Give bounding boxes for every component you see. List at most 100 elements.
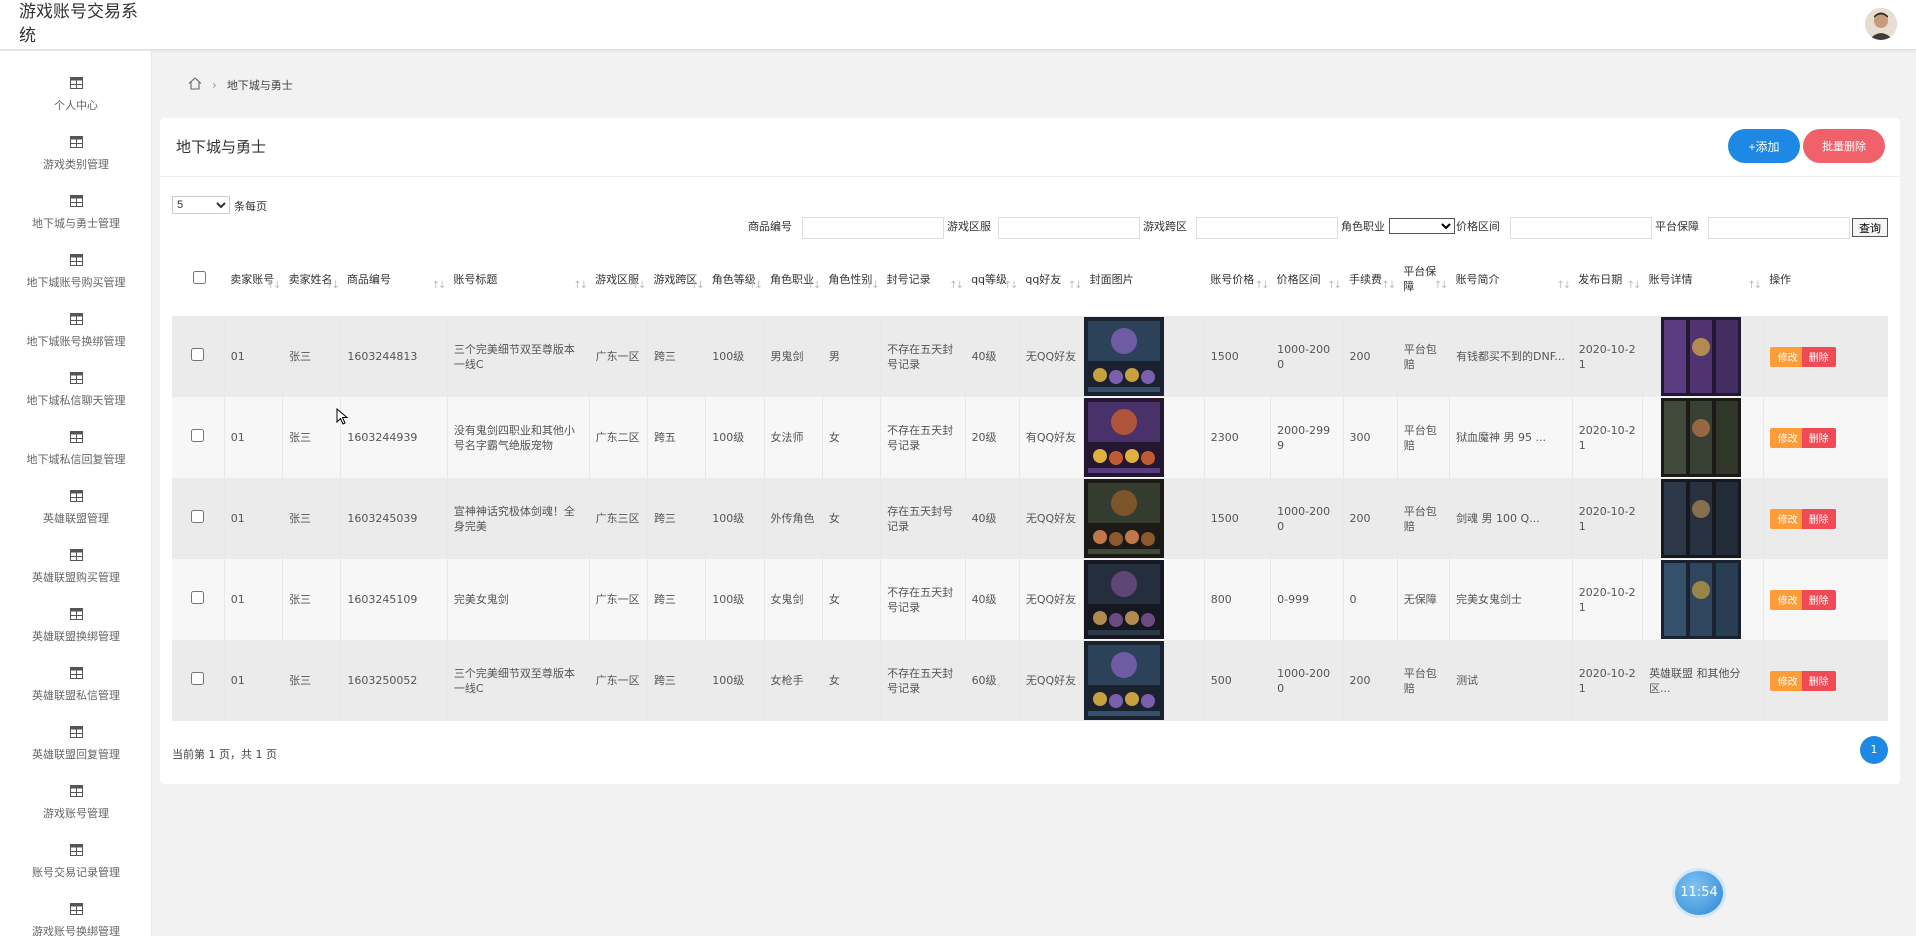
column-header[interactable]: 封号记录 ↑↓ — [881, 242, 965, 316]
sidebar-item[interactable]: 地下城账号换绑管理 — [0, 313, 151, 371]
sort-icon[interactable]: ↑↓ — [267, 278, 282, 293]
sort-icon[interactable]: ↑↓ — [1434, 278, 1449, 293]
column-header[interactable]: 卖家账号 ↑↓ — [224, 242, 282, 316]
sidebar-item[interactable]: 游戏类别管理 — [0, 136, 151, 194]
sort-icon[interactable]: ↑↓ — [807, 278, 822, 293]
cover-image[interactable] — [1084, 398, 1165, 477]
column-header[interactable]: 游戏跨区 ↑↓ — [647, 242, 705, 316]
sort-icon[interactable]: ↑↓ — [690, 278, 705, 293]
sidebar-item[interactable]: 个人中心 — [0, 77, 151, 135]
sidebar-item[interactable]: 地下城账号购买管理 — [0, 254, 151, 312]
page-size-select[interactable]: 5 — [172, 196, 230, 214]
home-icon[interactable] — [188, 77, 202, 93]
column-header[interactable]: 账号标题 ↑↓ — [447, 242, 589, 316]
role-class-select[interactable] — [1389, 218, 1455, 234]
detail-image[interactable] — [1661, 398, 1742, 477]
sort-icon[interactable]: ↑↓ — [1327, 278, 1342, 293]
cell-server: 广东三区 — [588, 478, 648, 559]
sidebar-item[interactable]: 英雄联盟管理 — [0, 490, 151, 548]
edit-button[interactable]: 修改 — [1769, 508, 1806, 529]
row-checkbox[interactable] — [191, 348, 205, 361]
delete-button[interactable]: 删除 — [1801, 589, 1836, 610]
cell-seller-name: 张三 — [282, 397, 341, 478]
game-server-input[interactable] — [998, 217, 1140, 239]
sidebar-item[interactable]: 游戏账号管理 — [0, 785, 151, 843]
column-header[interactable]: 价格区间 ↑↓ — [1271, 242, 1343, 316]
platform-guarantee-input[interactable] — [1708, 217, 1850, 239]
sort-icon[interactable]: ↑↓ — [1004, 278, 1019, 293]
page-button-1[interactable]: 1 — [1860, 736, 1888, 764]
sort-icon[interactable]: ↑↓ — [865, 278, 880, 293]
edit-button[interactable]: 修改 — [1769, 589, 1806, 610]
product-no-input[interactable] — [802, 217, 944, 239]
column-header[interactable]: 账号简介 ↑↓ — [1450, 242, 1573, 316]
edit-button[interactable]: 修改 — [1769, 670, 1806, 691]
edit-button[interactable]: 修改 — [1769, 346, 1806, 367]
column-header[interactable]: 手续费 ↑↓ — [1343, 242, 1397, 316]
column-header[interactable]: 游戏区服 ↑↓ — [589, 242, 647, 316]
column-header[interactable]: qq好友 ↑↓ — [1019, 242, 1083, 316]
column-header[interactable]: 发布日期 ↑↓ — [1572, 242, 1642, 316]
sidebar-item[interactable]: 游戏账号换绑管理 — [0, 903, 151, 936]
batch-delete-button[interactable]: 批量删除 — [1803, 129, 1885, 163]
sidebar-item[interactable]: 英雄联盟私信管理 — [0, 667, 151, 725]
delete-button[interactable]: 删除 — [1801, 427, 1836, 448]
detail-image[interactable] — [1661, 560, 1742, 639]
column-header[interactable]: 账号价格 ↑↓ — [1204, 242, 1270, 316]
column-header[interactable]: 角色等级 ↑↓ — [706, 242, 764, 316]
price-range-input[interactable] — [1510, 217, 1652, 239]
sidebar-item[interactable]: 英雄联盟换绑管理 — [0, 608, 151, 666]
actions-cell: 修改 删除 — [1762, 559, 1888, 640]
column-header[interactable]: qq等级 ↑↓ — [965, 242, 1019, 316]
select-all-checkbox[interactable] — [192, 270, 206, 284]
edit-button[interactable]: 修改 — [1769, 427, 1806, 448]
sort-icon[interactable]: ↑↓ — [432, 278, 447, 293]
add-button[interactable]: +添加 — [1728, 129, 1800, 163]
cover-image[interactable] — [1084, 560, 1165, 639]
delete-button[interactable]: 删除 — [1801, 670, 1836, 691]
column-header[interactable]: 卖家姓名 ↑↓ — [283, 242, 341, 316]
detail-image[interactable] — [1661, 317, 1742, 396]
sidebar-item[interactable]: 地下城私信聊天管理 — [0, 372, 151, 430]
delete-button[interactable]: 删除 — [1801, 508, 1836, 529]
query-button[interactable]: 查询 — [1852, 218, 1888, 237]
detail-image[interactable] — [1661, 479, 1742, 558]
column-header[interactable]: 封面图片 — [1084, 242, 1205, 316]
cover-image[interactable] — [1084, 317, 1165, 396]
cross-server-input[interactable] — [1196, 217, 1338, 239]
sidebar-item[interactable]: 英雄联盟回复管理 — [0, 726, 151, 784]
column-header[interactable]: 平台保障 ↑↓ — [1397, 242, 1449, 316]
sort-icon[interactable]: ↑↓ — [748, 278, 763, 293]
column-header[interactable]: 角色职业 ↑↓ — [764, 242, 822, 316]
column-header[interactable]: 角色性别 ↑↓ — [822, 242, 880, 316]
sort-icon[interactable]: ↑↓ — [632, 278, 647, 293]
sidebar-item[interactable]: 英雄联盟购买管理 — [0, 549, 151, 607]
sort-icon[interactable]: ↑↓ — [1747, 278, 1762, 293]
sidebar-item[interactable]: 地下城与勇士管理 — [0, 195, 151, 253]
actions-cell: 修改 删除 — [1762, 397, 1888, 478]
sort-icon[interactable]: ↑↓ — [949, 278, 964, 293]
sidebar-item-label: 游戏账号换绑管理 — [32, 925, 120, 936]
avatar[interactable] — [1865, 8, 1897, 40]
sort-icon[interactable]: ↑↓ — [1068, 278, 1083, 293]
row-checkbox[interactable] — [191, 672, 205, 685]
row-checkbox[interactable] — [191, 510, 205, 523]
sort-icon[interactable]: ↑↓ — [1382, 278, 1397, 293]
sort-icon[interactable]: ↑↓ — [1627, 278, 1642, 293]
sort-icon[interactable]: ↑↓ — [573, 278, 588, 293]
cover-image[interactable] — [1084, 641, 1165, 720]
delete-button[interactable]: 删除 — [1801, 346, 1836, 367]
sidebar-item-label: 英雄联盟换绑管理 — [32, 630, 120, 643]
row-checkbox[interactable] — [191, 429, 205, 442]
cell-date: 2020-10-21 — [1571, 640, 1643, 721]
sidebar-item[interactable]: 账号交易记录管理 — [0, 844, 151, 902]
sort-icon[interactable]: ↑↓ — [325, 278, 340, 293]
cover-image[interactable] — [1084, 479, 1165, 558]
column-header[interactable]: 账号详情 ↑↓ — [1643, 242, 1764, 316]
column-header[interactable]: 商品编号 ↑↓ — [341, 242, 448, 316]
sidebar-item-label: 地下城私信回复管理 — [26, 453, 126, 466]
row-checkbox[interactable] — [191, 591, 205, 604]
sort-icon[interactable]: ↑↓ — [1556, 278, 1571, 293]
sidebar-item[interactable]: 地下城私信回复管理 — [0, 431, 151, 489]
sort-icon[interactable]: ↑↓ — [1255, 278, 1270, 293]
